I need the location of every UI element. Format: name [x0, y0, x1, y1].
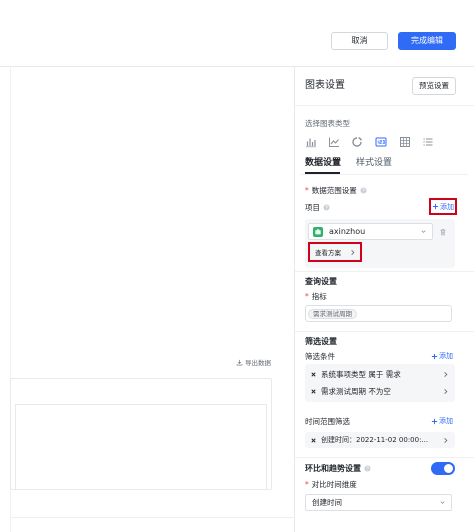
line-chart-icon[interactable]	[328, 136, 340, 148]
cancel-button[interactable]: 取消	[331, 32, 388, 50]
chevron-right-icon	[442, 437, 449, 444]
metric-input[interactable]: 需求测试周期	[305, 305, 452, 322]
tab-data-settings[interactable]: 数据设置	[305, 157, 341, 169]
required-mark: *	[305, 185, 309, 195]
add-condition-button[interactable]: 添加	[431, 350, 453, 362]
chevron-right-icon	[442, 388, 449, 395]
project-avatar-icon	[313, 226, 323, 237]
data-table-card	[10, 378, 272, 490]
tab-style-settings[interactable]: 样式设置	[356, 157, 392, 169]
bar-chart-icon[interactable]	[305, 136, 317, 148]
chart-settings-panel: 图表设置 预览设置 选择图表类型 数据设置 样式设置 * 数据范围设置 项目 添…	[294, 66, 474, 532]
divider	[295, 271, 474, 272]
filter-condition-item[interactable]: 系统事项类型 属于 需求	[305, 367, 455, 382]
list-chart-icon[interactable]	[422, 136, 434, 148]
ring-chart-icon[interactable]	[351, 136, 363, 148]
number-card-icon[interactable]	[375, 136, 387, 148]
project-label-row: 项目	[305, 201, 330, 213]
project-card: axinzhou 查看方案	[305, 219, 455, 268]
time-range-text: 创建时间：2022-11-02 00:00:...	[321, 436, 429, 444]
data-scope-label: 数据范围设置	[311, 185, 357, 195]
filter-condition-text: 系统事项类型 属于 需求	[321, 370, 401, 379]
chart-type-label: 选择图表类型	[305, 119, 350, 128]
download-icon	[236, 359, 243, 366]
comparison-dimension-value: 创建时间	[312, 498, 342, 507]
comparison-dimension-select[interactable]: 创建时间	[305, 494, 452, 511]
divider	[295, 457, 474, 458]
data-scope-label-row: * 数据范围设置	[305, 184, 367, 196]
trend-settings-title: 环比和趋势设置	[305, 463, 361, 473]
filter-condition-text: 需求测试周期 不为空	[321, 387, 391, 396]
help-icon[interactable]	[360, 186, 367, 194]
filter-condition-list: 系统事项类型 属于 需求 需求测试周期 不为空	[305, 364, 455, 402]
trash-icon[interactable]	[439, 228, 447, 236]
table-chart-icon[interactable]	[399, 136, 411, 148]
project-select-value: axinzhou	[329, 227, 366, 236]
chevron-down-icon	[420, 228, 427, 235]
export-data-label: 导出数据	[245, 359, 271, 367]
plus-icon	[431, 418, 438, 425]
close-icon[interactable]	[310, 371, 317, 378]
divider	[295, 105, 474, 106]
filter-condition-label: 筛选条件	[305, 351, 335, 361]
divider	[295, 331, 474, 332]
done-editing-button[interactable]: 完成编辑	[398, 32, 456, 50]
view-plan-link[interactable]: 查看方案	[310, 247, 360, 257]
close-icon[interactable]	[310, 437, 317, 444]
help-icon[interactable]	[323, 203, 330, 211]
metric-label-row: * 指标	[305, 290, 327, 302]
toggle-knob	[444, 464, 453, 473]
data-table-body	[15, 404, 267, 489]
metric-label: 指标	[311, 291, 327, 301]
chevron-down-icon	[439, 499, 446, 506]
chart-type-selector	[305, 136, 435, 148]
project-select[interactable]: axinzhou	[308, 223, 433, 240]
filter-condition-item[interactable]: 需求测试周期 不为空	[305, 384, 455, 399]
divider	[300, 174, 468, 175]
query-settings-title: 查询设置	[305, 276, 337, 286]
highlight-box-add-project: 添加	[429, 198, 457, 215]
filter-settings-title: 筛选设置	[305, 336, 337, 346]
chart-canvas: 导出数据	[0, 66, 294, 532]
export-data-button[interactable]: 导出数据	[236, 356, 271, 368]
canvas-divider	[10, 517, 294, 518]
plus-icon	[431, 353, 438, 360]
close-icon[interactable]	[310, 388, 317, 395]
project-label: 项目	[305, 202, 320, 212]
highlight-box-view-plan: 查看方案	[308, 242, 362, 262]
comparison-dimension-label: 对比时间维度	[311, 479, 357, 489]
trend-settings-row: 环比和趋势设置	[305, 462, 371, 474]
add-condition-label: 添加	[439, 352, 453, 360]
time-range-item[interactable]: 创建时间：2022-11-02 00:00:...	[305, 432, 455, 448]
add-time-range-label: 添加	[439, 417, 453, 425]
top-bar: 取消 完成编辑	[0, 0, 474, 67]
panel-border	[294, 66, 295, 532]
view-plan-label: 查看方案	[315, 249, 341, 257]
plus-icon	[432, 203, 439, 210]
required-mark: *	[305, 291, 309, 301]
chevron-right-icon	[349, 249, 356, 256]
panel-title: 图表设置	[305, 80, 345, 91]
chevron-right-icon	[442, 371, 449, 378]
add-project-label: 添加	[440, 202, 454, 211]
preview-settings-button[interactable]: 预览设置	[412, 77, 456, 95]
metric-tag[interactable]: 需求测试周期	[308, 308, 357, 319]
comparison-dimension-label-row: * 对比时间维度	[305, 478, 357, 490]
time-range-list: 创建时间：2022-11-02 00:00:...	[305, 432, 455, 448]
add-time-range-button[interactable]: 添加	[431, 415, 453, 427]
add-project-button[interactable]: 添加	[432, 201, 454, 213]
time-range-label: 时间范围筛选	[305, 416, 350, 426]
required-mark: *	[305, 479, 309, 489]
help-icon[interactable]	[364, 464, 371, 472]
trend-toggle[interactable]	[431, 462, 455, 475]
